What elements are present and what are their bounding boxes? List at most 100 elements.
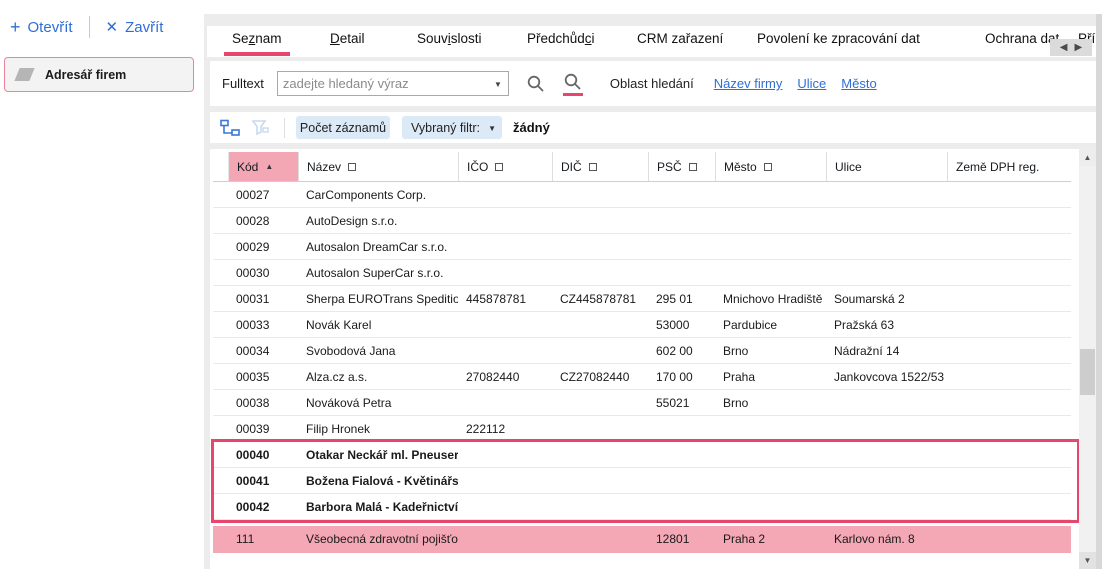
cell-mesto: Praha (715, 370, 826, 384)
tab-povolen-ke-zpracov-n-dat[interactable]: Povolení ke zpracování dat (757, 31, 920, 46)
cell-ico: 27082440 (458, 370, 552, 384)
table-row-00028[interactable]: 00028AutoDesign s.r.o. (213, 208, 1071, 234)
arrow-down-icon[interactable]: ▼ (1079, 552, 1096, 569)
chevron-down-icon: ▼ (488, 124, 496, 133)
cell-nazev: Novák Karel (298, 318, 458, 332)
column-filter-box-icon (348, 163, 356, 171)
record-count-button[interactable]: Počet záznamů (296, 116, 390, 139)
fulltext-input[interactable] (278, 73, 486, 94)
arrow-right-icon[interactable]: ▶ (1075, 42, 1083, 53)
table-row-00035[interactable]: 00035Alza.cz a.s.27082440CZ27082440170 0… (213, 364, 1071, 390)
companies-grid: Kód▲ Název IČO DIČ PSČ Město Ulice Země DPH reg… (210, 149, 1096, 569)
table-row-111[interactable]: 111Všeobecná zdravotní pojišťovna12801Pr… (213, 526, 1071, 553)
column-filter-box-icon (589, 163, 597, 171)
filter-tree-icon (250, 119, 270, 136)
column-header-n-zev[interactable]: Název (298, 152, 458, 181)
table-row-00030[interactable]: 00030Autosalon SuperCar s.r.o. (213, 260, 1071, 286)
tab-scroll-buttons: ◀ ▶ (1050, 39, 1092, 56)
tab-crm-za-azen[interactable]: CRM zařazení (637, 31, 723, 46)
sidebar-action-bar: + Otevřít ✕ Zavřít (10, 14, 163, 40)
table-row-00034[interactable]: 00034Svobodová Jana602 00BrnoNádražní 14 (213, 338, 1071, 364)
table-row-00027[interactable]: 00027CarComponents Corp. (213, 182, 1071, 208)
open-button[interactable]: + Otevřít (10, 18, 73, 36)
table-row-00038[interactable]: 00038Nováková Petra55021Brno (213, 390, 1071, 416)
search-scope-underline (563, 93, 583, 96)
column-header-ps[interactable]: PSČ (648, 152, 715, 181)
cell-mesto: Praha 2 (715, 532, 826, 546)
tab-detail[interactable]: Detail (330, 31, 365, 46)
cell-ulice: Nádražní 14 (826, 344, 947, 358)
column-header-m-sto[interactable]: Město (715, 152, 826, 181)
selected-filter-label: Vybraný filtr: (411, 121, 480, 135)
cell-kod: 00038 (228, 396, 298, 410)
column-header-i-o[interactable]: IČO (458, 152, 552, 181)
fulltext-combobox[interactable]: ▼ (277, 71, 509, 96)
tree-view-button[interactable] (220, 119, 240, 136)
cell-kod: 00031 (228, 292, 298, 306)
scrollbar-thumb[interactable] (1080, 349, 1095, 395)
cell-psc: 170 00 (648, 370, 715, 384)
cell-kod: 00040 (228, 448, 298, 462)
sidebar-item-label: Adresář firem (45, 68, 126, 82)
cell-kod: 00034 (228, 344, 298, 358)
column-header-label: Název (307, 160, 341, 174)
search-button[interactable] (526, 74, 546, 94)
tab-souvislosti[interactable]: Souvislosti (417, 31, 482, 46)
vertical-scrollbar[interactable]: ▲ ▼ (1079, 149, 1096, 569)
tab-ochrana-dat[interactable]: Ochrana dat (985, 31, 1059, 46)
cell-nazev: Svobodová Jana (298, 344, 458, 358)
scope-link-ulice[interactable]: Ulice (797, 76, 826, 91)
table-row-00029[interactable]: 00029Autosalon DreamCar s.r.o. (213, 234, 1071, 260)
search-scope-label: Oblast hledání (610, 76, 694, 91)
cell-nazev: Sherpa EUROTrans Spedition (298, 292, 458, 306)
cell-nazev: Autosalon SuperCar s.r.o. (298, 266, 458, 280)
search-scope-links: Název firmy Ulice Město (714, 76, 877, 91)
close-button[interactable]: ✕ Zavřít (106, 19, 164, 36)
table-row-00033[interactable]: 00033Novák Karel53000PardubicePražská 63 (213, 312, 1071, 338)
column-header-zem-dph-reg[interactable]: Země DPH reg. (947, 152, 1070, 181)
column-header-ulice[interactable]: Ulice (826, 152, 947, 181)
open-button-label: Otevřít (28, 19, 73, 36)
scope-link-m-sto[interactable]: Město (841, 76, 876, 91)
table-row-00039[interactable]: 00039Filip Hronek222112 (213, 416, 1071, 442)
magnifier-underline-icon (563, 72, 583, 92)
arrow-up-icon[interactable]: ▲ (1079, 149, 1096, 166)
cell-psc: 53000 (648, 318, 715, 332)
column-header-label: IČO (467, 160, 488, 174)
arrow-left-icon[interactable]: ◀ (1060, 42, 1068, 53)
column-header-label: DIČ (561, 160, 582, 174)
cell-nazev: CarComponents Corp. (298, 188, 458, 202)
tab-p-edch-dci[interactable]: Předchůdci (527, 31, 595, 46)
close-button-label: Zavřít (125, 19, 163, 36)
chevron-down-icon[interactable]: ▼ (494, 80, 502, 89)
column-header-label: Země DPH reg. (956, 160, 1039, 174)
table-row-00041[interactable]: 00041Božena Fialová - Květinářs (213, 468, 1071, 494)
selected-filter-dropdown[interactable]: Vybraný filtr: ▼ (402, 116, 502, 139)
cell-psc: 55021 (648, 396, 715, 410)
cell-psc: 602 00 (648, 344, 715, 358)
cell-dic: CZ445878781 (552, 292, 648, 306)
search-scoped-button[interactable] (563, 72, 583, 96)
cell-kod: 00028 (228, 214, 298, 228)
toolbar-divider (284, 118, 285, 138)
sidebar-item-adresar-firem[interactable]: Adresář firem (4, 57, 194, 92)
scope-link-n-zev-firmy[interactable]: Název firmy (714, 76, 783, 91)
cell-nazev: Všeobecná zdravotní pojišťovna (298, 532, 458, 546)
cell-kod: 00033 (228, 318, 298, 332)
column-header-label: PSČ (657, 160, 682, 174)
filter-tree-button (250, 119, 270, 136)
selected-filter-value: žádný (513, 120, 550, 135)
cell-mesto: Mnichovo Hradiště (715, 292, 826, 306)
cell-psc: 12801 (648, 532, 715, 546)
table-row-00031[interactable]: 00031Sherpa EUROTrans Spedition445878781… (213, 286, 1071, 312)
column-header-k-d[interactable]: Kód▲ (228, 152, 298, 181)
column-header-label: Ulice (835, 160, 862, 174)
table-row-00042[interactable]: 00042Barbora Malá - Kadeřnictví (213, 494, 1071, 520)
column-header-label: Město (724, 160, 757, 174)
cell-kod: 00041 (228, 474, 298, 488)
table-row-00040[interactable]: 00040Otakar Neckář ml. Pneuser (213, 442, 1071, 468)
column-filter-box-icon (764, 163, 772, 171)
tab-seznam[interactable]: Seznam (232, 31, 282, 46)
cell-ico: 222112 (458, 422, 552, 436)
column-header-di[interactable]: DIČ (552, 152, 648, 181)
